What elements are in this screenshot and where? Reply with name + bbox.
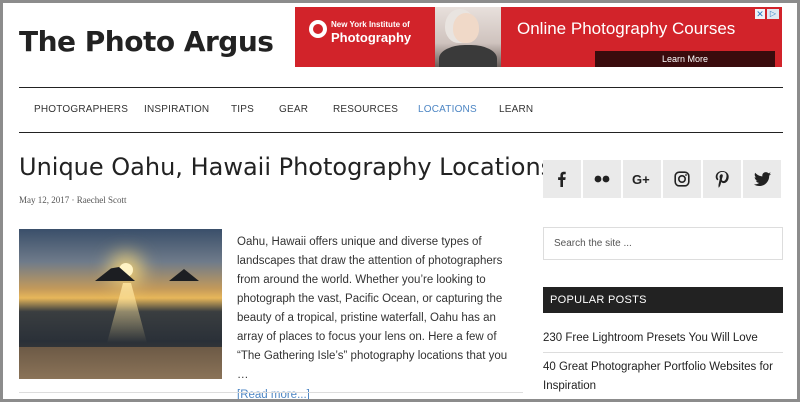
twitter-button[interactable] (743, 160, 781, 198)
flickr-button[interactable] (583, 160, 621, 198)
popular-posts-title: POPULAR POSTS (543, 287, 783, 313)
ad-close-icon[interactable]: ✕ (755, 9, 765, 19)
facebook-icon (558, 171, 566, 187)
ad-photo (435, 7, 501, 67)
search-input[interactable] (543, 227, 783, 260)
read-more-link[interactable]: [Read more...] (237, 386, 310, 399)
nyip-logo-icon (309, 20, 327, 38)
social-icons: G+ (543, 160, 783, 198)
nav-item-resources[interactable]: RESOURCES (333, 104, 398, 115)
flickr-icon (594, 175, 610, 183)
post-featured-image[interactable] (19, 229, 222, 379)
page-frame: The Photo Argus New York Institute of Ph… (0, 0, 800, 402)
ad-learn-more-button[interactable]: Learn More (595, 51, 775, 67)
ad-photo-person-head (453, 13, 479, 43)
post-excerpt-text: Oahu, Hawaii offers unique and diverse t… (237, 236, 508, 381)
main-nav: PHOTOGRAPHERS INSPIRATION TIPS GEAR RESO… (19, 87, 783, 133)
nav-item-photographers[interactable]: PHOTOGRAPHERS (34, 104, 128, 115)
nav-item-gear[interactable]: GEAR (279, 104, 308, 115)
nav-item-inspiration[interactable]: INSPIRATION (144, 104, 209, 115)
twitter-icon (753, 172, 771, 186)
facebook-button[interactable] (543, 160, 581, 198)
site-title[interactable]: The Photo Argus (19, 25, 274, 58)
instagram-button[interactable] (663, 160, 701, 198)
instagram-icon (674, 171, 690, 187)
svg-text:G+: G+ (632, 172, 650, 186)
ad-photo-person-body (439, 45, 497, 67)
sun-reflection (107, 283, 147, 343)
ad-banner[interactable]: New York Institute of Photography Online… (295, 7, 782, 67)
pinterest-icon (715, 170, 729, 188)
nav-item-locations[interactable]: LOCATIONS (418, 104, 477, 115)
popular-post-item[interactable]: 40 Great Photographer Portfolio Websites… (543, 358, 783, 396)
google-plus-icon: G+ (632, 172, 650, 186)
beach-sand (19, 347, 222, 379)
nav-item-tips[interactable]: TIPS (231, 104, 254, 115)
adchoices-icon[interactable]: ▷ (767, 9, 779, 19)
ad-headline: Online Photography Courses (517, 19, 736, 38)
post-divider (19, 392, 523, 393)
post-meta: May 12, 2017 · Raechel Scott (19, 195, 127, 205)
post-title[interactable]: Unique Oahu, Hawaii Photography Location… (19, 153, 553, 181)
popular-post-divider (543, 352, 783, 353)
google-plus-button[interactable]: G+ (623, 160, 661, 198)
post-excerpt: Oahu, Hawaii offers unique and diverse t… (237, 233, 521, 399)
ad-logo-line1: New York Institute of (331, 20, 410, 29)
ad-logo: New York Institute of Photography (309, 18, 412, 54)
nav-item-learn[interactable]: LEARN (499, 104, 533, 115)
pinterest-button[interactable] (703, 160, 741, 198)
ad-logo-line2: Photography (331, 30, 412, 45)
island-silhouette-small (169, 269, 199, 281)
popular-post-item[interactable]: 230 Free Lightroom Presets You Will Love (543, 329, 783, 348)
